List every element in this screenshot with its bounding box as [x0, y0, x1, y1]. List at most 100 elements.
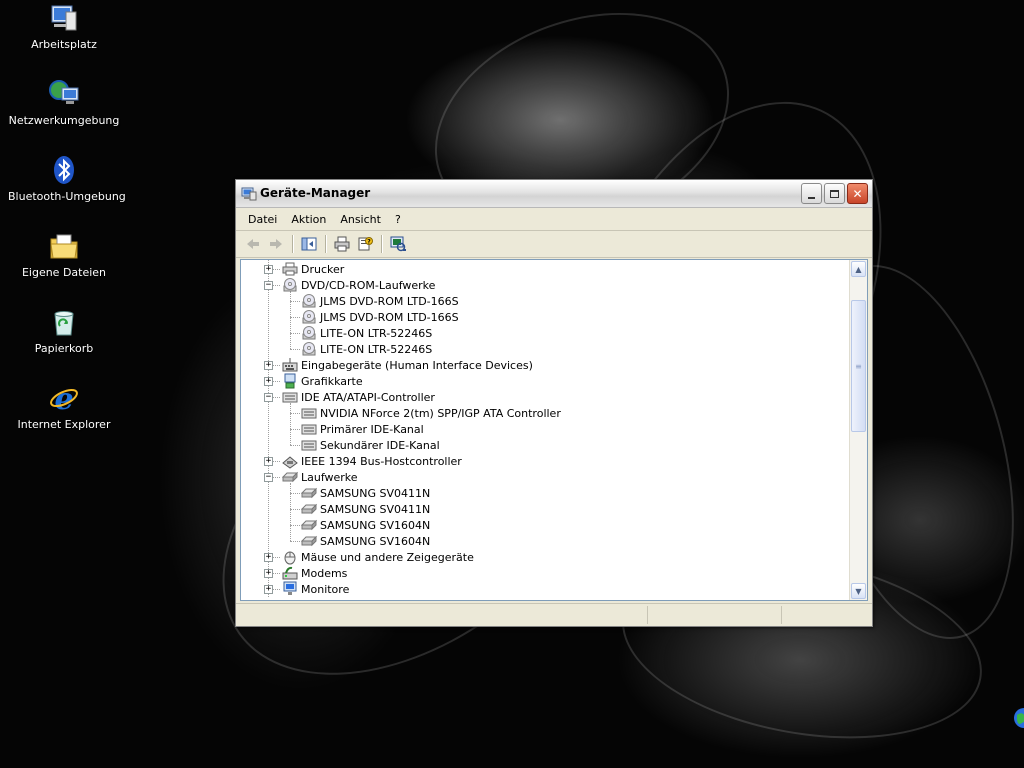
tree-category[interactable]: Modems — [282, 565, 347, 581]
tree-device[interactable]: SAMSUNG SV1604N — [300, 533, 430, 549]
tree-device[interactable]: JLMS DVD-ROM LTD-166S — [301, 293, 459, 309]
tree-connector-line — [290, 541, 300, 542]
scroll-thumb[interactable]: ≡ — [851, 300, 866, 432]
tree-connector-line — [290, 493, 300, 494]
tree-device[interactable]: Sekundärer IDE-Kanal — [301, 437, 440, 453]
toolbar-separator — [292, 235, 294, 253]
minimize-button[interactable] — [801, 183, 822, 204]
tree-category[interactable]: Drucker — [282, 261, 344, 277]
properties-icon: ? — [358, 237, 373, 251]
expand-toggle[interactable]: + — [264, 569, 273, 578]
scroll-down-button[interactable]: ▼ — [851, 583, 866, 599]
close-icon: ✕ — [852, 186, 863, 201]
tree-device[interactable]: LITE-ON LTR-52246S — [301, 341, 432, 357]
desktop-icon-my-documents[interactable]: Eigene Dateien — [8, 230, 120, 279]
close-button[interactable]: ✕ — [847, 183, 868, 204]
show-hide-console-tree-button[interactable] — [298, 233, 320, 255]
tree-connector-line — [290, 333, 300, 334]
status-pane — [782, 606, 872, 624]
tree-device[interactable]: Primärer IDE-Kanal — [301, 421, 424, 437]
expand-toggle[interactable]: + — [264, 377, 273, 386]
menu-aktion[interactable]: Aktion — [285, 211, 332, 228]
tree-connector-line — [290, 349, 300, 350]
status-bar — [236, 603, 872, 626]
tree-category[interactable]: Monitore — [282, 581, 349, 597]
collapse-toggle[interactable]: − — [264, 393, 273, 402]
tree-connector-line — [290, 509, 300, 510]
expand-toggle[interactable]: + — [264, 457, 273, 466]
tree-item-label: SAMSUNG SV0411N — [320, 502, 431, 516]
menu-help[interactable]: ? — [389, 211, 407, 228]
menu-ansicht[interactable]: Ansicht — [334, 211, 387, 228]
forward-icon — [270, 239, 282, 249]
ieee1394-icon — [282, 453, 298, 469]
tree-category[interactable]: Eingabegeräte (Human Interface Devices) — [282, 357, 533, 373]
cdrom-icon — [301, 309, 317, 325]
monitor-icon — [282, 581, 298, 597]
tree-item-label: Mäuse und andere Zeigegeräte — [301, 550, 474, 564]
expand-toggle[interactable]: + — [264, 553, 273, 562]
tree-connector-line — [290, 483, 291, 541]
tree-category[interactable]: DVD/CD-ROM-Laufwerke — [282, 277, 435, 293]
hid-icon — [282, 357, 298, 373]
device-manager-window[interactable]: Geräte-Manager ✕ Datei Aktion Ansicht ? … — [235, 179, 873, 627]
desktop-icon-my-computer[interactable]: Arbeitsplatz — [8, 2, 120, 51]
mouse-icon — [282, 549, 298, 565]
cdrom-icon — [301, 293, 317, 309]
scan-hardware-icon — [390, 236, 406, 252]
forward-button[interactable] — [265, 233, 287, 255]
title-bar[interactable]: Geräte-Manager ✕ — [236, 180, 872, 208]
tree-device[interactable]: NVIDIA NForce 2(tm) SPP/IGP ATA Controll… — [301, 405, 561, 421]
tree-category[interactable]: Grafikkarte — [282, 373, 363, 389]
properties-button[interactable]: ? — [354, 233, 376, 255]
tree-item-label: Laufwerke — [301, 470, 358, 484]
tree-item-label: IEEE 1394 Bus-Hostcontroller — [301, 454, 462, 468]
menu-datei[interactable]: Datei — [242, 211, 283, 228]
maximize-button[interactable] — [824, 183, 845, 204]
collapse-toggle[interactable]: − — [264, 473, 273, 482]
tree-item-label: LITE-ON LTR-52246S — [320, 326, 433, 340]
disk-drive-icon — [300, 533, 318, 549]
scroll-up-button[interactable]: ▲ — [851, 261, 866, 277]
desktop-icon-recycle-bin[interactable]: Papierkorb — [8, 306, 120, 355]
expand-toggle[interactable]: + — [264, 265, 273, 274]
tree-category[interactable]: Mäuse und andere Zeigegeräte — [282, 549, 474, 565]
expand-toggle[interactable]: + — [264, 585, 273, 594]
tree-device[interactable]: JLMS DVD-ROM LTD-166S — [301, 309, 459, 325]
desktop-icon-label: Eigene Dateien — [21, 266, 107, 279]
back-icon — [247, 239, 259, 249]
desktop-icon-label: Netzwerkumgebung — [8, 114, 120, 127]
disk-drive-icon — [281, 469, 299, 485]
tree-item-label: LITE-ON LTR-52246S — [320, 342, 433, 356]
collapse-toggle[interactable]: − — [264, 281, 273, 290]
tree-category[interactable]: IDE ATA/ATAPI-Controller — [282, 389, 435, 405]
print-icon — [334, 236, 350, 252]
printer-icon — [282, 261, 298, 277]
device-tree: + Drucker − DVD/CD-ROM-Laufwerke JLMS DVD-RO… — [241, 260, 850, 600]
desktop-icon-internet-explorer[interactable]: e Internet Explorer — [8, 382, 120, 431]
my-documents-icon — [48, 230, 80, 262]
device-tree-pane[interactable]: + Drucker − DVD/CD-ROM-Laufwerke JLMS DVD-RO… — [240, 259, 868, 601]
display-adapter-icon — [282, 373, 298, 389]
tree-connector-line — [290, 291, 291, 349]
back-button[interactable] — [242, 233, 264, 255]
tree-device[interactable]: SAMSUNG SV0411N — [300, 485, 430, 501]
tree-category[interactable]: IEEE 1394 Bus-Hostcontroller — [282, 453, 462, 469]
tree-connector-line — [290, 429, 300, 430]
tree-connector-line — [290, 317, 300, 318]
globe-icon[interactable] — [1012, 706, 1024, 730]
expand-toggle[interactable]: + — [264, 361, 273, 370]
tree-item-label: Primärer IDE-Kanal — [320, 422, 424, 436]
desktop-icon-network-places[interactable]: Netzwerkumgebung — [8, 78, 120, 127]
vertical-scrollbar[interactable]: ▲ ≡ ▼ — [849, 260, 867, 600]
my-computer-icon — [48, 2, 80, 34]
tree-device[interactable]: SAMSUNG SV1604N — [300, 517, 430, 533]
desktop-icon-bluetooth[interactable]: Bluetooth-Umgebung — [8, 154, 126, 203]
tree-device[interactable]: SAMSUNG SV0411N — [300, 501, 431, 517]
tree-category[interactable]: Laufwerke — [281, 469, 358, 485]
ide-controller-icon — [301, 437, 317, 453]
tree-device[interactable]: LITE-ON LTR-52246S — [301, 325, 432, 341]
status-pane — [648, 606, 782, 624]
print-button[interactable] — [331, 233, 353, 255]
scan-hardware-button[interactable] — [387, 233, 409, 255]
